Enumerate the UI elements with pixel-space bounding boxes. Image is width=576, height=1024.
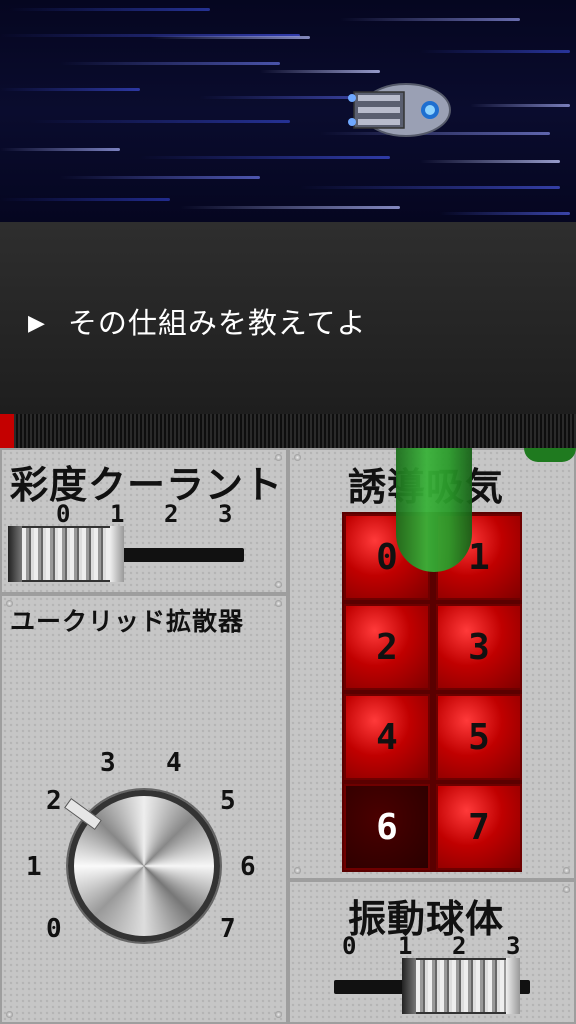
dial-label: 2 (46, 786, 62, 816)
dial-label: 6 (240, 852, 256, 882)
screw-icon (563, 886, 570, 893)
star-streak (140, 156, 390, 159)
star-streak (440, 212, 570, 215)
star-streak (470, 104, 570, 107)
tick-label: 0 (342, 932, 357, 960)
star-streak (10, 8, 210, 11)
progress-bar (0, 414, 576, 448)
star-streak (420, 160, 560, 163)
screw-icon (6, 600, 13, 607)
key-5[interactable]: 5 (436, 694, 522, 780)
play-triangle-icon: ▶ (28, 311, 46, 336)
spaceship-icon (348, 83, 451, 137)
key-3[interactable]: 3 (436, 604, 522, 690)
screw-icon (275, 1011, 282, 1018)
dialog-message: その仕組みを教えてよ (67, 306, 367, 340)
star-streak (180, 206, 400, 209)
star-streak (30, 120, 290, 123)
screw-icon (563, 867, 570, 874)
tick-label: 2 (452, 932, 467, 960)
tick-label: 3 (218, 500, 233, 528)
key-7[interactable]: 7 (436, 784, 522, 870)
vibration-slider-handle[interactable] (402, 958, 520, 1014)
key-6[interactable]: 6 (344, 784, 430, 870)
dialog-text: ▶ その仕組みを教えてよ (28, 300, 366, 342)
star-streak (0, 148, 120, 151)
screw-icon (275, 581, 282, 588)
saturation-coolant-panel: 彩度クーラント 0 1 2 3 (0, 448, 288, 594)
screw-icon (275, 600, 282, 607)
saturation-slider-handle[interactable] (8, 526, 124, 582)
green-tube (396, 448, 472, 572)
star-streak (150, 36, 310, 39)
screw-icon (275, 454, 282, 461)
tick-label: 0 (56, 500, 71, 528)
vibration-sphere-panel: 振動球体 0 1 2 3 (288, 880, 576, 1024)
star-streak (60, 62, 280, 65)
star-streak (420, 50, 570, 53)
slider-track (112, 548, 244, 562)
star-streak (60, 176, 260, 179)
dial-label: 7 (220, 914, 236, 944)
key-2[interactable]: 2 (344, 604, 430, 690)
dial-label: 3 (100, 748, 116, 778)
tick-label: 3 (506, 932, 521, 960)
green-tube (524, 448, 576, 462)
panel-title: 彩度クーラント (10, 463, 284, 507)
starfield-view (0, 0, 576, 222)
star-streak (340, 18, 520, 21)
dial-label: 5 (220, 786, 236, 816)
dial-label: 1 (26, 852, 42, 882)
dial-label: 4 (166, 748, 182, 778)
screw-icon (294, 454, 301, 461)
tick-label: 1 (110, 500, 125, 528)
tick-label: 1 (398, 932, 413, 960)
star-streak (0, 88, 140, 91)
progress-fill (0, 414, 15, 448)
screw-icon (294, 867, 301, 874)
star-streak (300, 186, 560, 189)
panel-title: ユークリッド拡散器 (10, 607, 245, 636)
screw-icon (6, 1011, 13, 1018)
dial-label: 0 (46, 914, 62, 944)
key-4[interactable]: 4 (344, 694, 430, 780)
star-streak (260, 70, 380, 73)
panel-title: 振動球体 (348, 897, 505, 941)
tick-label: 2 (164, 500, 179, 528)
star-streak (0, 198, 170, 201)
